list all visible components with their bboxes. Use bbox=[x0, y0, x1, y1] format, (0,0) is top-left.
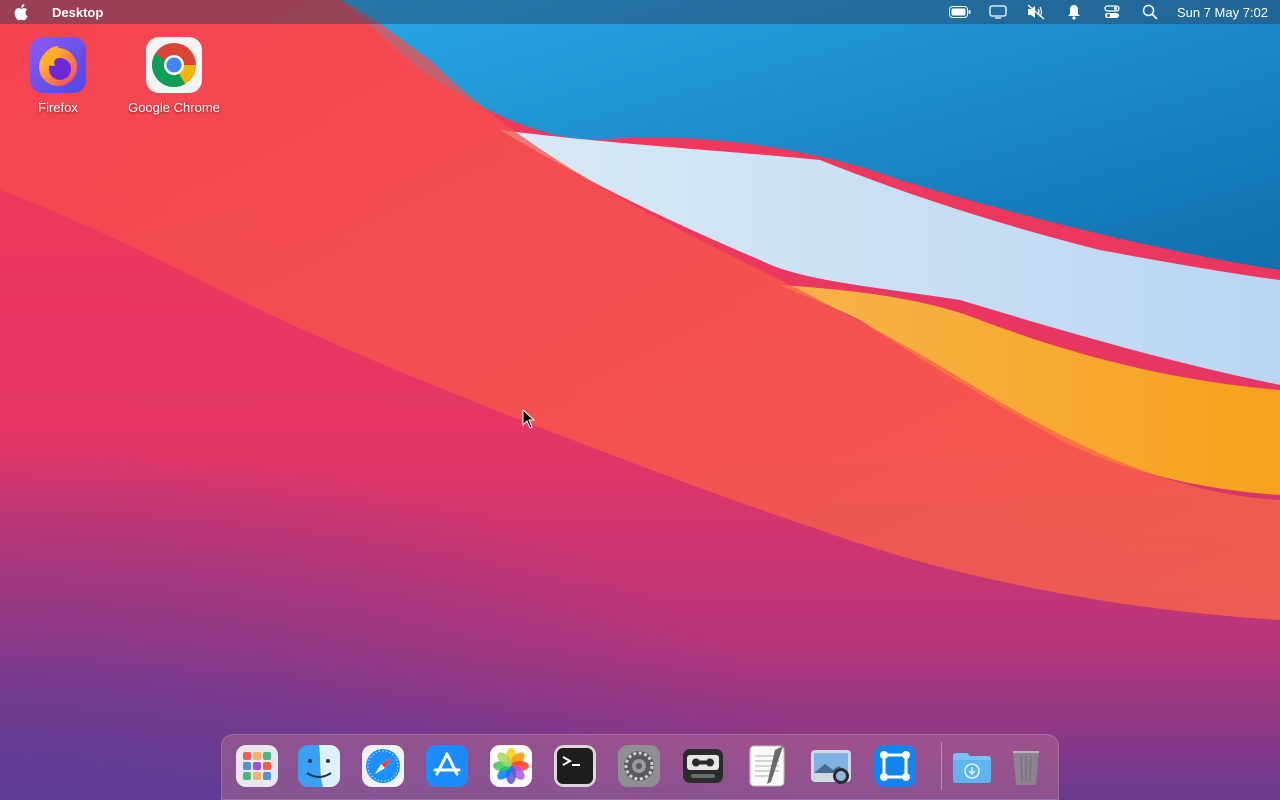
dock-separator bbox=[941, 742, 942, 790]
desktop-icon-firefox[interactable]: Firefox bbox=[3, 36, 113, 115]
firefox-icon bbox=[29, 36, 87, 94]
system-preferences-icon[interactable] bbox=[617, 744, 661, 788]
chrome-icon bbox=[145, 36, 203, 94]
tape-recorder-icon[interactable] bbox=[681, 744, 725, 788]
search-icon[interactable] bbox=[1131, 0, 1169, 24]
xcode-like-icon[interactable] bbox=[873, 744, 917, 788]
terminal-icon[interactable] bbox=[553, 744, 597, 788]
finder-icon[interactable] bbox=[297, 744, 341, 788]
photos-icon[interactable] bbox=[489, 744, 533, 788]
active-app-name[interactable]: Desktop bbox=[52, 5, 103, 20]
volume-muted-icon[interactable] bbox=[1017, 0, 1055, 24]
downloads-folder-icon[interactable] bbox=[950, 744, 994, 788]
app-store-icon[interactable] bbox=[425, 744, 469, 788]
desktop-icon-google-chrome[interactable]: Google Chrome bbox=[119, 36, 229, 115]
apple-menu-icon[interactable] bbox=[12, 2, 32, 22]
desktop-icon-label: Firefox bbox=[38, 100, 78, 115]
display-icon[interactable] bbox=[979, 0, 1017, 24]
wallpaper bbox=[0, 0, 1280, 800]
dock bbox=[221, 734, 1059, 800]
text-editor-icon[interactable] bbox=[745, 744, 789, 788]
screenshot-preview-icon[interactable] bbox=[809, 744, 853, 788]
launchpad-icon[interactable] bbox=[235, 744, 279, 788]
notification-bell-icon[interactable] bbox=[1055, 0, 1093, 24]
trash-icon[interactable] bbox=[1004, 744, 1048, 788]
safari-icon[interactable] bbox=[361, 744, 405, 788]
control-center-icon[interactable] bbox=[1093, 0, 1131, 24]
battery-icon[interactable] bbox=[941, 0, 979, 24]
desktop-icon-label: Google Chrome bbox=[128, 100, 220, 115]
desktop: Desktop Sun 7 May 7:02 Firefox Google Ch… bbox=[0, 0, 1280, 800]
menu-bar-tray: Sun 7 May 7:02 bbox=[941, 0, 1280, 24]
menu-bar-clock[interactable]: Sun 7 May 7:02 bbox=[1177, 5, 1268, 20]
mouse-cursor-icon bbox=[522, 409, 536, 429]
menu-bar: Desktop Sun 7 May 7:02 bbox=[0, 0, 1280, 24]
